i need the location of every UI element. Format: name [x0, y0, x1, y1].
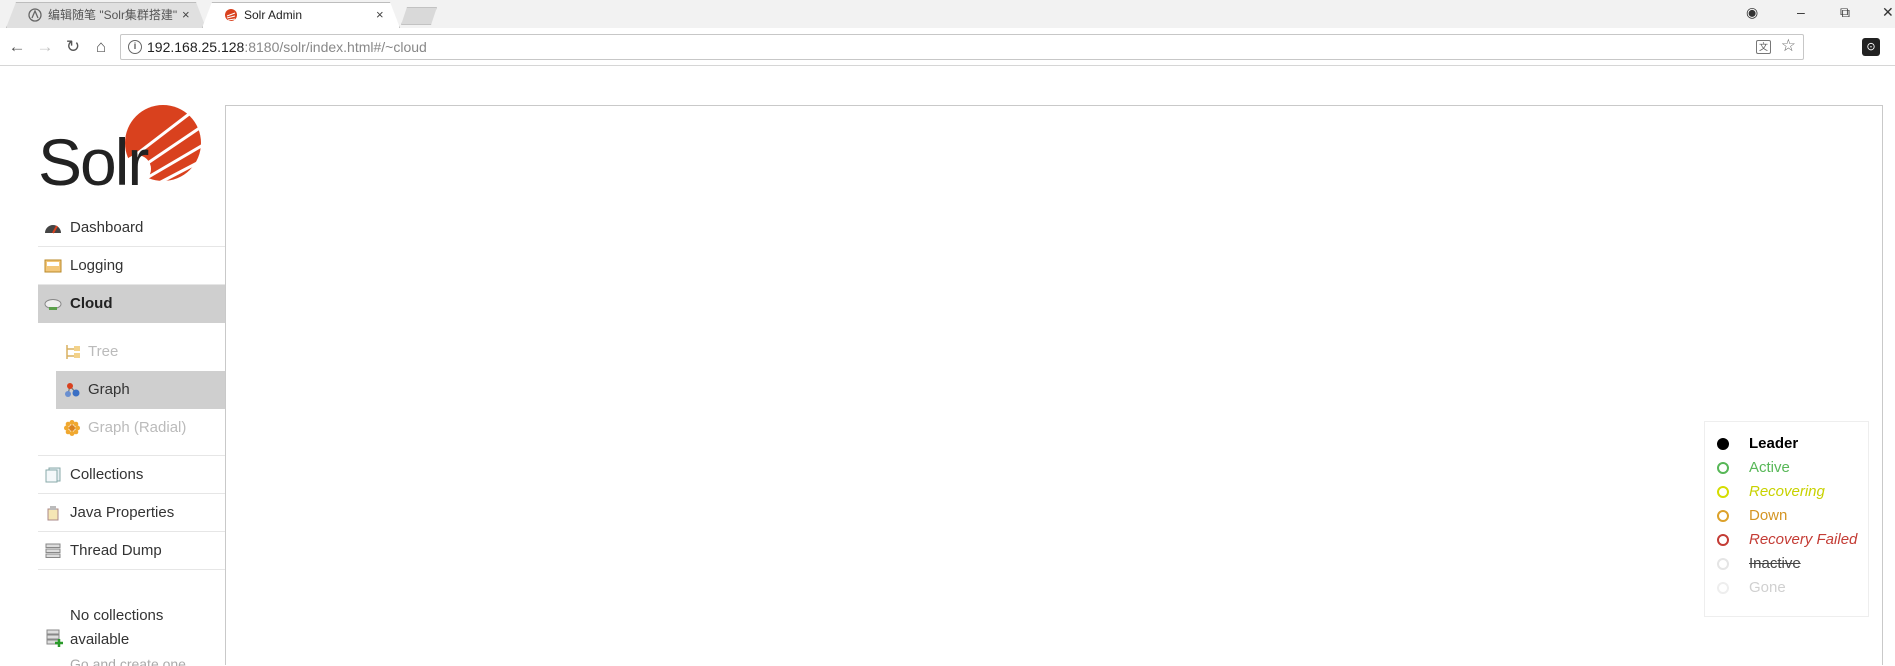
- forward-button[interactable]: →: [34, 36, 56, 58]
- sidebar-item-label: Dashboard: [70, 219, 144, 236]
- browser-toolbar: ← → ↻ ⌂ i 192.168.25.128:8180/solr/index…: [0, 28, 1895, 66]
- cloud-graph-panel: [225, 105, 1883, 665]
- home-button[interactable]: ⌂: [90, 36, 112, 58]
- legend-dot-icon: [1717, 486, 1729, 498]
- sidebar-item-java-properties[interactable]: Java Properties: [38, 494, 225, 532]
- sidebar-item-label: Collections: [70, 466, 144, 483]
- sidebar-item-logging[interactable]: Logging: [38, 247, 225, 285]
- legend-label: Recovery Failed: [1749, 531, 1858, 548]
- legend-dot-icon: [1717, 438, 1729, 450]
- sidebar-item-label: Cloud: [70, 295, 113, 312]
- browser-tab-solr-admin[interactable]: Solr Admin ×: [202, 2, 400, 28]
- restore-button[interactable]: ⧉: [1840, 4, 1850, 21]
- reload-button[interactable]: ↻: [62, 36, 84, 58]
- legend-dot-icon: [1717, 462, 1729, 474]
- sidebar-item-collections[interactable]: Collections: [38, 456, 225, 494]
- legend-dot-icon: [1717, 534, 1729, 546]
- legend-label: Down: [1749, 507, 1788, 524]
- dashboard-icon: [44, 220, 62, 236]
- sidebar-item-graph-radial[interactable]: Graph (Radial): [56, 409, 225, 447]
- legend-dot-icon: [1717, 558, 1729, 570]
- minimize-button[interactable]: –: [1797, 4, 1805, 20]
- close-window-button[interactable]: ✕: [1882, 4, 1894, 21]
- url-path: :8180/solr/index.html#/~cloud: [244, 39, 427, 55]
- legend-label: Gone: [1749, 579, 1786, 596]
- blog-favicon-icon: [28, 8, 42, 22]
- cloud-icon: [44, 296, 62, 312]
- site-info-icon[interactable]: i: [128, 40, 142, 54]
- tab-close-icon[interactable]: ×: [182, 2, 190, 28]
- sidebar-item-label: Logging: [70, 257, 124, 274]
- sidebar-menu: Dashboard Logging Cloud Tree Graph Graph…: [38, 209, 225, 570]
- new-tab-button[interactable]: [401, 7, 437, 25]
- legend-label: Leader: [1749, 435, 1799, 452]
- bookmark-star-icon[interactable]: ☆: [1781, 36, 1796, 56]
- collection-add-icon: [46, 629, 64, 647]
- url-host: 192.168.25.128: [147, 39, 245, 55]
- sidebar-item-label: Tree: [88, 343, 119, 360]
- sidebar-item-label: Graph: [88, 381, 130, 398]
- thread-dump-icon: [44, 543, 62, 559]
- extension-icon[interactable]: ⊙: [1862, 38, 1880, 56]
- back-button[interactable]: ←: [6, 36, 28, 58]
- address-bar[interactable]: i 192.168.25.128:8180/solr/index.html#/~…: [120, 34, 1804, 60]
- sidebar-item-label: Graph (Radial): [88, 419, 187, 436]
- translate-icon[interactable]: 文: [1756, 40, 1771, 54]
- collections-icon: [44, 467, 62, 483]
- legend-dot-icon: [1717, 582, 1729, 594]
- graph-radial-icon: [64, 420, 81, 436]
- cloud-submenu: Tree Graph Graph (Radial): [38, 323, 225, 456]
- profile-icon[interactable]: ◉: [1746, 4, 1758, 21]
- no-collections-text: No collections available: [70, 607, 164, 648]
- browser-tab-strip: 编辑随笔 "Solr集群搭建" × Solr Admin × ◉ – ⧉ ✕: [0, 0, 1895, 28]
- svg-text:Solr: Solr: [38, 125, 148, 189]
- graph-icon: [64, 382, 81, 398]
- sidebar-item-cloud[interactable]: Cloud: [38, 285, 225, 323]
- logging-icon: [44, 258, 62, 274]
- sidebar-item-label: Thread Dump: [70, 542, 162, 559]
- create-collection-hint[interactable]: Go and create one: [70, 654, 220, 666]
- solr-favicon-icon: [225, 9, 237, 21]
- legend-label: Inactive: [1749, 555, 1801, 572]
- solr-admin-page: Solr Dashboard Logging Cloud Tree Graph …: [0, 67, 1895, 666]
- browser-tab-blog[interactable]: 编辑随笔 "Solr集群搭建" ×: [6, 2, 206, 28]
- sidebar-item-label: Java Properties: [70, 504, 175, 521]
- tree-icon: [64, 344, 81, 360]
- tab-title: 编辑随笔 "Solr集群搭建": [48, 8, 178, 22]
- sidebar-item-thread-dump[interactable]: Thread Dump: [38, 532, 225, 570]
- legend-label: Recovering: [1749, 483, 1825, 500]
- graph-legend: Leader Active Recovering Down Recovery F…: [1704, 421, 1869, 617]
- legend-label: Active: [1749, 459, 1790, 476]
- sidebar-item-dashboard[interactable]: Dashboard: [38, 209, 225, 247]
- sidebar-item-graph[interactable]: Graph: [56, 371, 225, 409]
- legend-dot-icon: [1717, 510, 1729, 522]
- url-text[interactable]: 192.168.25.128:8180/solr/index.html#/~cl…: [147, 35, 427, 59]
- solr-logo[interactable]: Solr: [38, 103, 202, 189]
- java-properties-icon: [44, 505, 62, 521]
- tab-close-icon[interactable]: ×: [376, 2, 384, 28]
- tab-title: Solr Admin: [244, 8, 303, 22]
- sidebar-item-tree[interactable]: Tree: [56, 333, 225, 371]
